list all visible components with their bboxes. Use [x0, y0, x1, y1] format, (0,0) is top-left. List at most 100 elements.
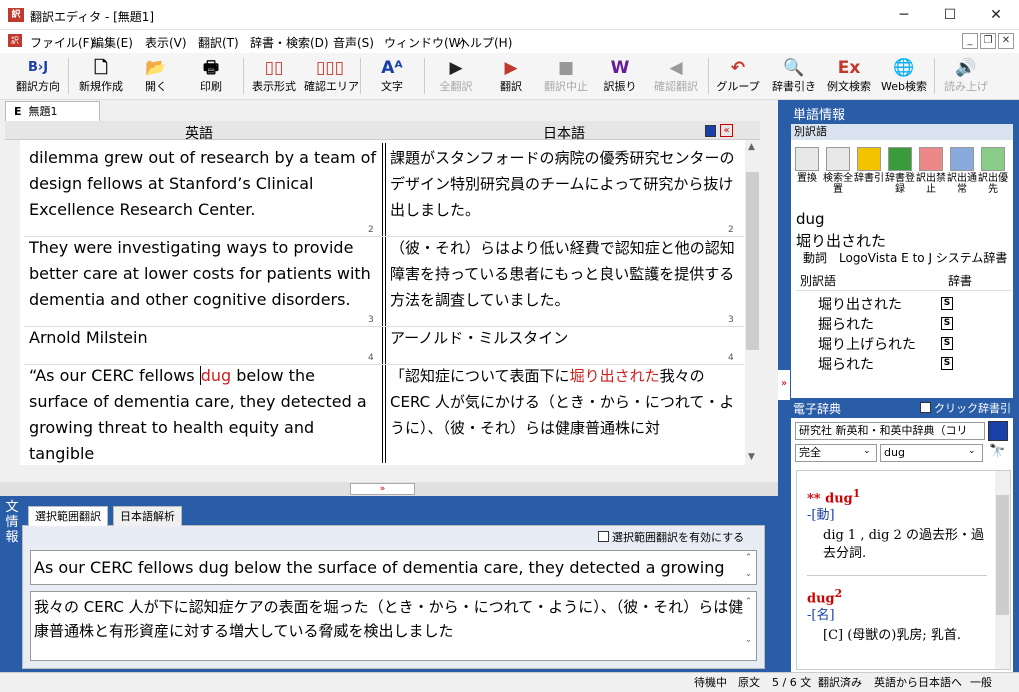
scrollbar-thumb[interactable] [746, 172, 759, 350]
note-icon[interactable] [705, 125, 716, 137]
translate-button[interactable]: ▶ 翻訳 [488, 57, 534, 97]
target-segment-2[interactable]: （彼・それ）らはより低い経費で認知症と他の認知障害を持っている患者にもっと良い監… [390, 235, 735, 313]
print-icon: 🖶 [202, 58, 220, 78]
document-tab[interactable]: E 無題1 [5, 101, 100, 121]
web-search-button[interactable]: 🌐 Web検索 [878, 57, 930, 97]
chevron-down-icon[interactable]: » [350, 483, 415, 495]
alt-list-header: 別訳語 辞書 [796, 271, 1011, 291]
mdi-close-button[interactable]: ✕ [998, 33, 1014, 49]
current-translation: 堀り出された [796, 232, 887, 250]
mdi-restore-button[interactable]: ❐ [980, 33, 996, 49]
search-icon [826, 147, 850, 171]
source-segment-1[interactable]: dilemma grew out of research by a team o… [29, 145, 379, 223]
checkbox-checked-icon[interactable] [920, 402, 931, 413]
tab-prefix: E [14, 105, 22, 118]
group-button[interactable]: ↶ グループ [713, 57, 763, 97]
menu-translate[interactable]: 翻訳(T) [198, 34, 239, 51]
open-button[interactable]: 📂 開く [133, 57, 179, 97]
menu-file[interactable]: ファイル(F) [30, 34, 94, 51]
target-text-box[interactable]: 我々の CERC 人が下に認知症ケアの表面を堀った（とき・から・につれて・ように… [30, 591, 757, 661]
ruby-icon: W [610, 58, 630, 78]
prefer-output-button[interactable]: 訳出優先 [978, 147, 1008, 195]
entry-headword: ** dug1 [807, 485, 860, 508]
checkbox[interactable] [598, 531, 609, 542]
ruby-button[interactable]: W 訳振り [598, 57, 642, 97]
binoculars-icon[interactable]: 🔭 [989, 444, 1005, 459]
minimize-button[interactable]: ─ [881, 0, 927, 30]
stop-translate-button[interactable]: ■ 翻訳中止 [540, 57, 592, 97]
print-button[interactable]: 🖶 印刷 [188, 57, 234, 97]
forbid-output-button[interactable]: 訳出禁止 [916, 147, 946, 195]
menu-voice[interactable]: 音声(S) [333, 34, 374, 51]
label: Web検索 [881, 80, 927, 93]
click-lookup-checkbox[interactable]: クリック辞書引 [920, 400, 1011, 416]
chevron-up-icon[interactable]: ⌃ [742, 597, 755, 607]
collapse-left-icon[interactable]: « [720, 124, 733, 137]
register-dictionary-button[interactable]: 辞書登録 [885, 147, 915, 195]
menu-edit[interactable]: 編集(E) [92, 34, 133, 51]
alt-translation-item[interactable]: 堀られた [818, 354, 874, 374]
scroll-up-icon[interactable]: ▲ [748, 142, 755, 152]
mdi-minimize-button[interactable]: _ [962, 33, 978, 49]
status-direction: 英語から日本語へ [874, 676, 962, 689]
selection-translate-checkbox[interactable]: 選択範囲翻訳を有効にする [598, 529, 744, 545]
label: 文字 [381, 80, 403, 93]
tab-selection-translate[interactable]: 選択範囲翻訳 [28, 506, 108, 526]
confirm-area-button[interactable]: ▯▯▯ 確認エリア [304, 57, 359, 97]
highlighted-translation[interactable]: 堀り出された [570, 367, 660, 385]
translate-icon: ▶ [504, 58, 518, 78]
entry-body: [C] (母獣の)乳房; 乳首. [823, 628, 962, 643]
chevron-up-icon[interactable]: ⌃ [742, 553, 755, 563]
column-header [5, 121, 760, 140]
scrollbar-thumb[interactable] [996, 495, 1009, 615]
tab-japanese-analysis[interactable]: 日本語解析 [113, 506, 182, 526]
search-replace-all-button[interactable]: 検索全置 [823, 147, 853, 195]
headword: dug [807, 591, 835, 607]
font-button[interactable]: Aᴬ 文字 [370, 57, 414, 97]
menu-window[interactable]: ウィンドウ(W) [384, 34, 465, 51]
segment-number: 4 [368, 353, 374, 363]
source-segment-3[interactable]: Arnold Milstein [29, 325, 379, 351]
source-segment-2[interactable]: They were investigating ways to provide … [29, 235, 379, 313]
menu-help[interactable]: ヘルプ(H) [458, 34, 512, 51]
normal-output-button[interactable]: 訳出通常 [947, 147, 977, 195]
chevron-down-icon[interactable]: ⌄ [742, 569, 755, 579]
chevron-down-icon[interactable]: ⌄ [742, 635, 755, 645]
word-info-detail: 動詞 LogoVista E to J システム辞書 [803, 251, 1008, 265]
dictionary-lookup-button[interactable]: 🔍 辞書引き [768, 57, 820, 97]
lookup-word: dug [796, 210, 825, 228]
source-text-box[interactable]: As our CERC fellows dug below the surfac… [30, 550, 757, 585]
translate-direction-button[interactable]: B›J 翻訳方向 [12, 57, 64, 97]
dictionary-settings-icon[interactable] [988, 421, 1008, 441]
close-button[interactable]: ✕ [973, 0, 1019, 30]
dictionary-lookup-small-button[interactable]: 辞書引 [854, 147, 884, 184]
source-segment-4[interactable]: “As our CERC fellows dug below the surfa… [29, 363, 379, 463]
display-format-button[interactable]: ▯▯ 表示形式 [248, 57, 300, 97]
new-button[interactable]: 🗋 新規作成 [74, 57, 128, 97]
translate-all-button[interactable]: ▶ 全翻訳 [432, 57, 480, 97]
confirm-icon: ◀ [669, 58, 683, 78]
menu-dictionary[interactable]: 辞書・検索(D) [250, 34, 329, 51]
target-segment-1[interactable]: 課題がスタンフォードの病院の優秀研究センターのデザイン特別研究員のチームによって… [390, 145, 735, 223]
label: 翻訳中止 [544, 80, 588, 93]
replace-button[interactable]: 置換 [792, 147, 822, 184]
scroll-down-icon[interactable]: ▼ [748, 452, 755, 462]
confirm-translate-button[interactable]: ◀ 確認翻訳 [650, 57, 702, 97]
example-search-button[interactable]: Ex 例文検索 [822, 57, 876, 97]
alt-translation-header: 別訳語 [791, 124, 1013, 140]
highlighted-word[interactable]: dug [199, 366, 232, 385]
status-field: 一般 [970, 676, 992, 689]
expand-icon[interactable]: » [778, 370, 790, 400]
menu-view[interactable]: 表示(V) [145, 34, 187, 51]
alt-translation-item[interactable]: 堀り上げられた [818, 334, 916, 354]
dictionary-select[interactable]: 研究社 新英和・和英中辞典（コリ [795, 422, 985, 440]
maximize-button[interactable]: ☐ [927, 0, 973, 30]
dictionary-icon: 🔍 [783, 58, 805, 78]
target-segment-3[interactable]: アーノルド・ミルスタイン [390, 325, 735, 351]
prefer-icon [981, 147, 1005, 171]
alt-translation-item[interactable]: 掘られた [818, 314, 874, 334]
alt-translation-item[interactable]: 堀り出された [818, 294, 902, 314]
target-segment-4[interactable]: 「認知症について表面下に堀り出された我々のCERC 人が気にかける（とき・から・… [390, 363, 735, 463]
label: 全翻訳 [439, 80, 473, 93]
read-aloud-button[interactable]: 🔊 読み上げ [940, 57, 992, 97]
